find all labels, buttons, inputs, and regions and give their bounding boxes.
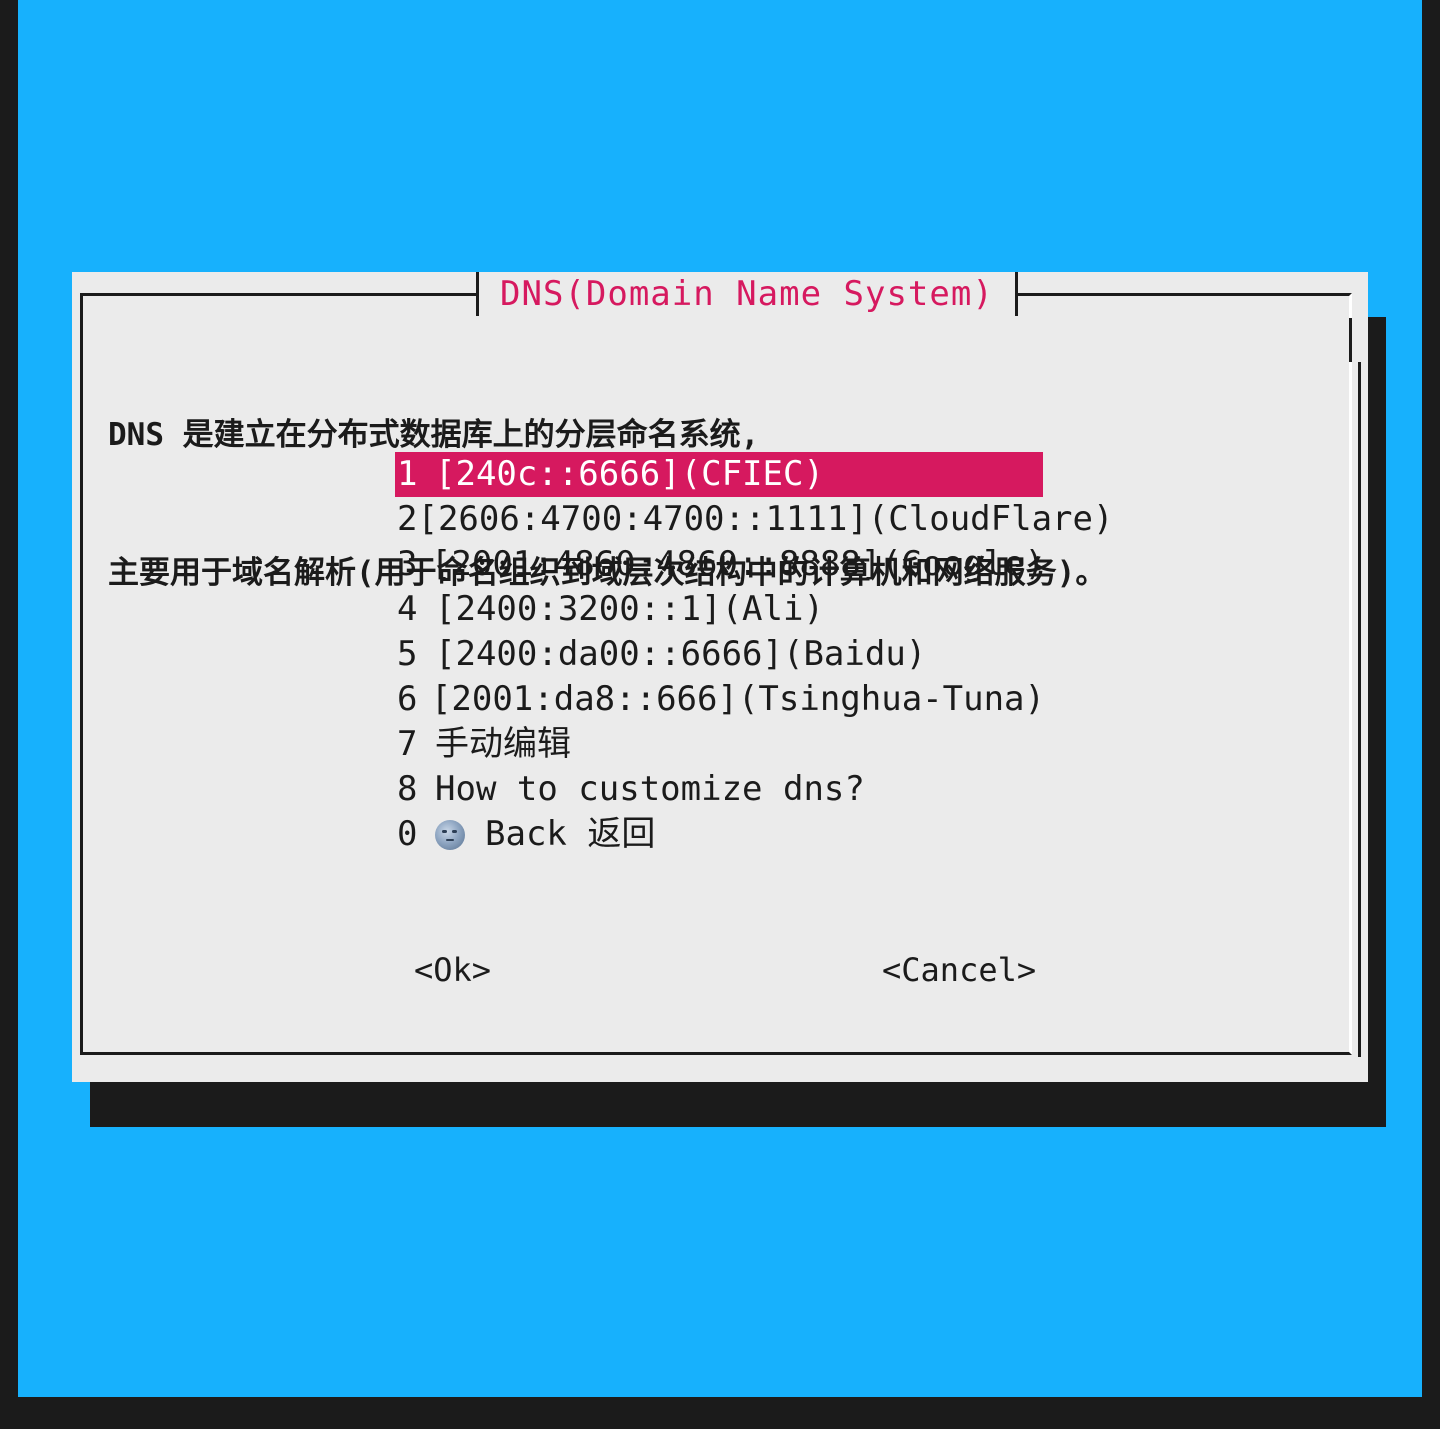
menu-item-tag: 6 (397, 679, 418, 719)
menu-item-tag: 2 (397, 499, 418, 539)
menu-item-google[interactable]: 3 [2001:4860:4860::8888](Google) (395, 542, 1045, 587)
menu-item-ali[interactable]: 4 [2400:3200::1](Ali) (395, 587, 1045, 632)
dns-dialog: DNS(Domain Name System) DNS 是建立在分布式数据库上的… (72, 272, 1368, 1082)
menu-item-tag: 1 (397, 454, 418, 494)
dns-menu: 1 [240c::6666](CFIEC) 2 [2606:4700:4700:… (395, 452, 1113, 857)
menu-item-baidu[interactable]: 5 [2400:da00::6666](Baidu) (395, 632, 1045, 677)
menu-item-label: How to customize dns? (435, 769, 865, 809)
terminal-window: DNS(Domain Name System) DNS 是建立在分布式数据库上的… (0, 0, 1440, 1429)
menu-item-label: [2001:da8::666](Tsinghua-Tuna) (430, 679, 1045, 719)
moon-face-icon (435, 819, 465, 850)
menu-item-label: [2400:3200::1](Ali) (435, 589, 824, 629)
dialog-title: DNS(Domain Name System) (500, 274, 994, 314)
menu-item-label: 手动编辑 (435, 724, 571, 764)
menu-item-label: [2606:4700:4700::1111](CloudFlare) (417, 499, 1114, 539)
menu-item-tag: 3 (397, 544, 418, 584)
menu-item-back[interactable]: 0 Back 返回 (395, 812, 1045, 857)
menu-item-customize-help[interactable]: 8 How to customize dns? (395, 767, 1045, 812)
scroll-indicator (1349, 318, 1352, 362)
title-bracket-left (476, 272, 479, 316)
menu-item-tag: 5 (397, 634, 418, 674)
menu-item-tsinghua-tuna[interactable]: 6 [2001:da8::666](Tsinghua-Tuna) (395, 677, 1045, 722)
menu-item-manual-edit[interactable]: 7 手动编辑 (395, 722, 1045, 767)
menu-item-label: [240c::6666](CFIEC) (435, 454, 824, 494)
dialog-title-box: DNS(Domain Name System) (476, 272, 1018, 316)
title-bracket-right (1014, 272, 1018, 316)
menu-item-tag: 4 (397, 589, 418, 629)
menu-item-label: [2400:da00::6666](Baidu) (435, 634, 927, 674)
menu-item-cloudflare[interactable]: 2 [2606:4700:4700::1111](CloudFlare) (395, 497, 1113, 542)
menu-item-cfiec[interactable]: 1 [240c::6666](CFIEC) (395, 452, 1043, 497)
menu-item-label: Back 返回 (485, 814, 656, 854)
dialog-frame-edge (1358, 362, 1361, 1057)
cancel-button[interactable]: <Cancel> (882, 950, 1036, 990)
menu-item-tag: 0 (397, 814, 418, 854)
ok-button[interactable]: <Ok> (414, 950, 491, 990)
menu-item-tag: 8 (397, 769, 418, 809)
menu-item-label: [2001:4860:4860::8888](Google) (430, 544, 1045, 584)
menu-item-tag: 7 (397, 724, 418, 764)
